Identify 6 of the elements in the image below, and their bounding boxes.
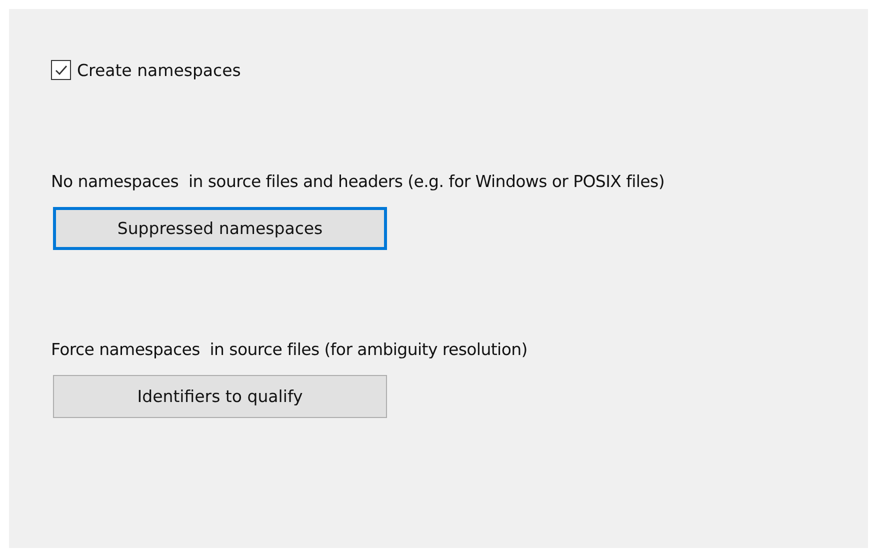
checkbox-label: Create namespaces	[77, 60, 241, 80]
section-description: No namespaces in source files and headers (e.g. for Windows or POSIX files)	[51, 172, 666, 191]
dialog-button[interactable]: Suppressed namespaces	[53, 207, 387, 250]
section-description: Force namespaces in source files (for ambiguity resolution)	[51, 340, 528, 359]
checkbox[interactable]	[51, 60, 71, 80]
dialog-button[interactable]: Identifiers to qualify	[53, 375, 387, 418]
